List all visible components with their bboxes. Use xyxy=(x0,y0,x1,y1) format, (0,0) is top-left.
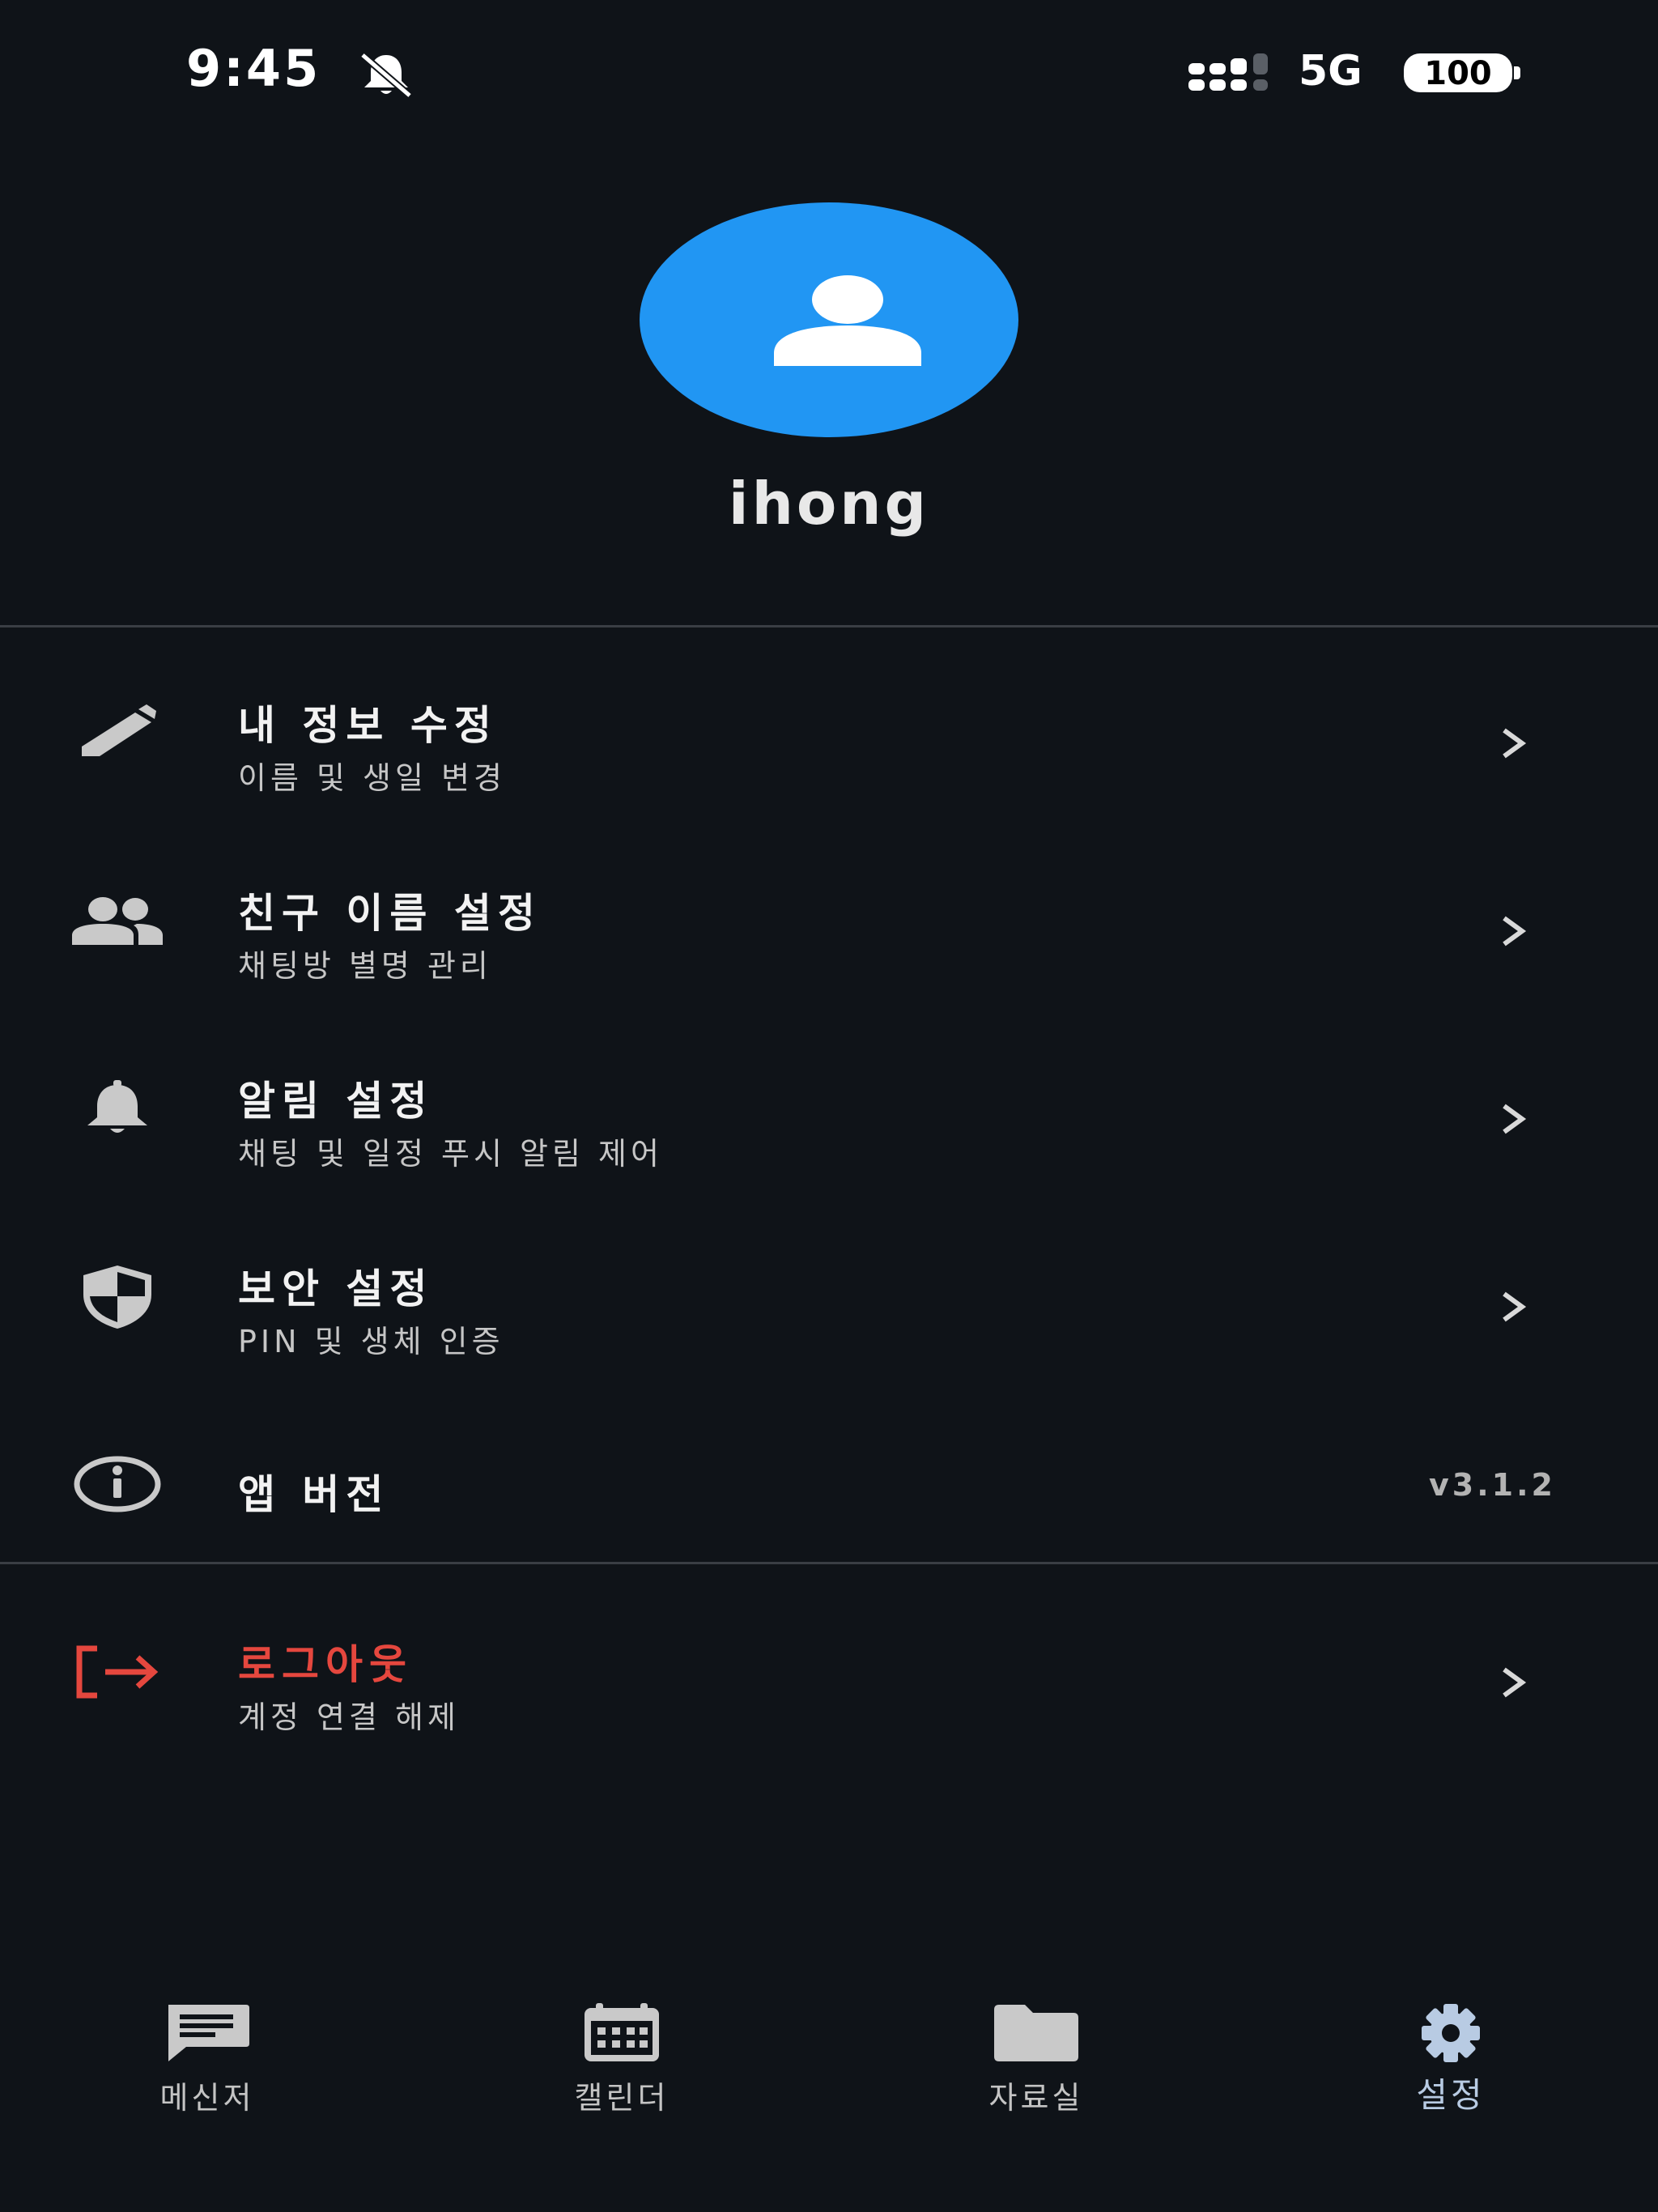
nav-settings[interactable]: 설정 xyxy=(1329,1992,1572,2115)
pencil-icon xyxy=(66,682,168,784)
menu-item-security[interactable]: 보안 설정 PIN 및 생체 인증 xyxy=(0,1221,1658,1383)
menu-subtitle: 채팅 및 일정 푸시 알림 제어 xyxy=(238,1136,663,1172)
gear-icon xyxy=(1422,2004,1480,2062)
battery-level: 100 xyxy=(1424,55,1492,92)
status-time: 9:45 xyxy=(186,39,321,98)
settings-screen: 9:45 5G 100 ihong 내 정보 수정 이름 및 생일 변경 친구 … xyxy=(0,0,1658,2212)
nav-files[interactable]: 자료실 xyxy=(915,1992,1158,2116)
nav-calendar[interactable]: 캘린더 xyxy=(500,1992,743,2116)
menu-title: 앱 버전 xyxy=(238,1471,390,1518)
menu-title: 로그아웃 xyxy=(238,1641,413,1688)
nav-label: 설정 xyxy=(1416,2075,1486,2115)
menu-title: 알림 설정 xyxy=(238,1078,434,1125)
chevron-right-icon xyxy=(1503,916,1527,946)
menu-subtitle: 계정 연결 해제 xyxy=(238,1699,460,1735)
nav-messenger[interactable]: 메신저 xyxy=(86,1992,329,2116)
menu-title: 친구 이름 설정 xyxy=(238,890,542,937)
menu-subtitle: PIN 및 생체 인증 xyxy=(238,1324,504,1359)
calendar-icon xyxy=(585,2003,659,2061)
nav-label: 자료실 xyxy=(988,2080,1084,2116)
app-version-value: v3.1.2 xyxy=(1429,1467,1556,1503)
chevron-right-icon xyxy=(1503,728,1527,759)
divider xyxy=(0,1562,1658,1564)
menu-item-edit-profile[interactable]: 내 정보 수정 이름 및 생일 변경 xyxy=(0,657,1658,819)
chat-icon xyxy=(168,2005,249,2061)
battery-nub xyxy=(1514,66,1520,79)
status-bar: 9:45 5G 100 xyxy=(0,0,1658,146)
divider xyxy=(0,625,1658,627)
people-icon xyxy=(66,870,168,972)
menu-title: 보안 설정 xyxy=(238,1266,434,1312)
username: ihong xyxy=(728,470,930,538)
chevron-right-icon xyxy=(1503,1291,1527,1322)
menu-item-logout[interactable]: 로그아웃 계정 연결 해제 xyxy=(0,1597,1658,1759)
info-icon xyxy=(66,1433,168,1535)
avatar[interactable] xyxy=(640,202,1018,437)
signal-icon xyxy=(1188,53,1268,91)
menu-subtitle: 이름 및 생일 변경 xyxy=(238,760,506,796)
menu-item-friend-names[interactable]: 친구 이름 설정 채팅방 별명 관리 xyxy=(0,845,1658,1007)
network-type: 5G xyxy=(1299,47,1363,96)
bell-off-icon xyxy=(360,52,412,97)
person-icon xyxy=(774,275,921,366)
battery-icon: 100 xyxy=(1404,53,1512,92)
nav-label: 캘린더 xyxy=(574,2080,670,2116)
nav-label: 메신저 xyxy=(159,2080,255,2116)
menu-subtitle: 채팅방 별명 관리 xyxy=(238,948,492,984)
logout-icon xyxy=(66,1621,168,1723)
chevron-right-icon xyxy=(1503,1667,1527,1698)
bell-icon xyxy=(66,1057,168,1159)
menu-title: 내 정보 수정 xyxy=(238,702,498,749)
shield-icon xyxy=(66,1245,168,1347)
chevron-right-icon xyxy=(1503,1104,1527,1134)
menu-item-app-version: 앱 버전 v3.1.2 xyxy=(0,1409,1658,1571)
menu-item-notifications[interactable]: 알림 설정 채팅 및 일정 푸시 알림 제어 xyxy=(0,1033,1658,1195)
folder-icon xyxy=(994,2005,1078,2061)
